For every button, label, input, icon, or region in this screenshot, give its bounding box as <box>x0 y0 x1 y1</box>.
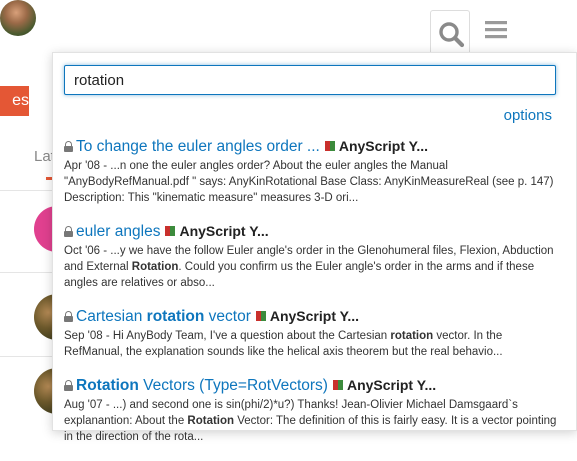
category-badge-icon <box>324 138 335 151</box>
divider <box>0 272 52 273</box>
result-blurb-text: rotation <box>390 330 434 342</box>
category-badge-icon <box>255 308 266 321</box>
category-tag-fragment[interactable]: es <box>0 86 29 116</box>
search-result-title[interactable]: euler angles AnyScript Y... <box>64 222 564 241</box>
result-blurb-text: Rotation <box>131 261 179 273</box>
result-title-text: euler angles <box>76 223 161 240</box>
search-result[interactable]: To change the euler angles order ... AnyS… <box>64 137 564 206</box>
search-result-blurb: Apr '08 - ...n one the euler angles orde… <box>64 158 564 206</box>
search-result-title[interactable]: Cartesian rotation vector AnyScript Y... <box>64 307 564 326</box>
lock-icon <box>64 311 73 322</box>
search-result-title[interactable]: Rotation Vectors (Type=RotVectors) AnyScr… <box>64 376 564 395</box>
user-avatar[interactable] <box>0 0 36 36</box>
hamburger-icon <box>485 21 507 39</box>
search-dropdown: options To change the euler angles order… <box>52 52 577 443</box>
search-result[interactable]: Rotation Vectors (Type=RotVectors) AnyScr… <box>64 376 564 445</box>
search-results-list: To change the euler angles order ... AnyS… <box>64 137 564 461</box>
result-category-name: AnyScript Y... <box>346 377 437 393</box>
divider <box>0 356 52 357</box>
search-icon <box>439 22 465 48</box>
search-result-title[interactable]: To change the euler angles order ... AnyS… <box>64 137 564 156</box>
lock-icon <box>64 380 73 391</box>
category-badge-icon <box>332 377 343 390</box>
hamburger-menu-button[interactable] <box>477 10 517 50</box>
result-title-text: Cartesian <box>76 308 147 325</box>
search-input[interactable] <box>64 65 556 95</box>
result-title-text: rotation <box>146 308 205 325</box>
search-result[interactable]: Cartesian rotation vector AnyScript Y... S… <box>64 307 564 360</box>
result-category-name: AnyScript Y... <box>179 223 269 239</box>
divider <box>0 190 52 191</box>
result-title-text: Vectors (Type=RotVectors) <box>138 377 328 394</box>
category-badge-icon <box>165 223 176 236</box>
result-category-name: AnyScript Y... <box>269 308 360 324</box>
result-category-name: AnyScript Y... <box>338 138 429 154</box>
search-result-blurb: Aug '07 - ...) and second one is sin(phi… <box>64 397 564 445</box>
search-result-blurb: Oct '06 - ...y we have the follow Euler … <box>64 243 564 291</box>
lock-icon <box>64 226 73 237</box>
result-title-text: vector <box>204 308 251 325</box>
result-title-text: To change the euler angles order ... <box>76 138 320 155</box>
result-blurb-text: Sep '08 - Hi AnyBody Team, I've a questi… <box>64 330 391 342</box>
result-title-text: Rotation <box>76 377 139 394</box>
result-blurb-text: Rotation <box>187 415 235 427</box>
search-result-blurb: Sep '08 - Hi AnyBody Team, I've a questi… <box>64 328 564 360</box>
search-options-link[interactable]: options <box>504 107 552 124</box>
search-result[interactable]: euler angles AnyScript Y... Oct '06 - ...y… <box>64 222 564 291</box>
lock-icon <box>64 141 73 152</box>
result-blurb-text: Apr '08 - ...n one the euler angles orde… <box>64 160 554 204</box>
